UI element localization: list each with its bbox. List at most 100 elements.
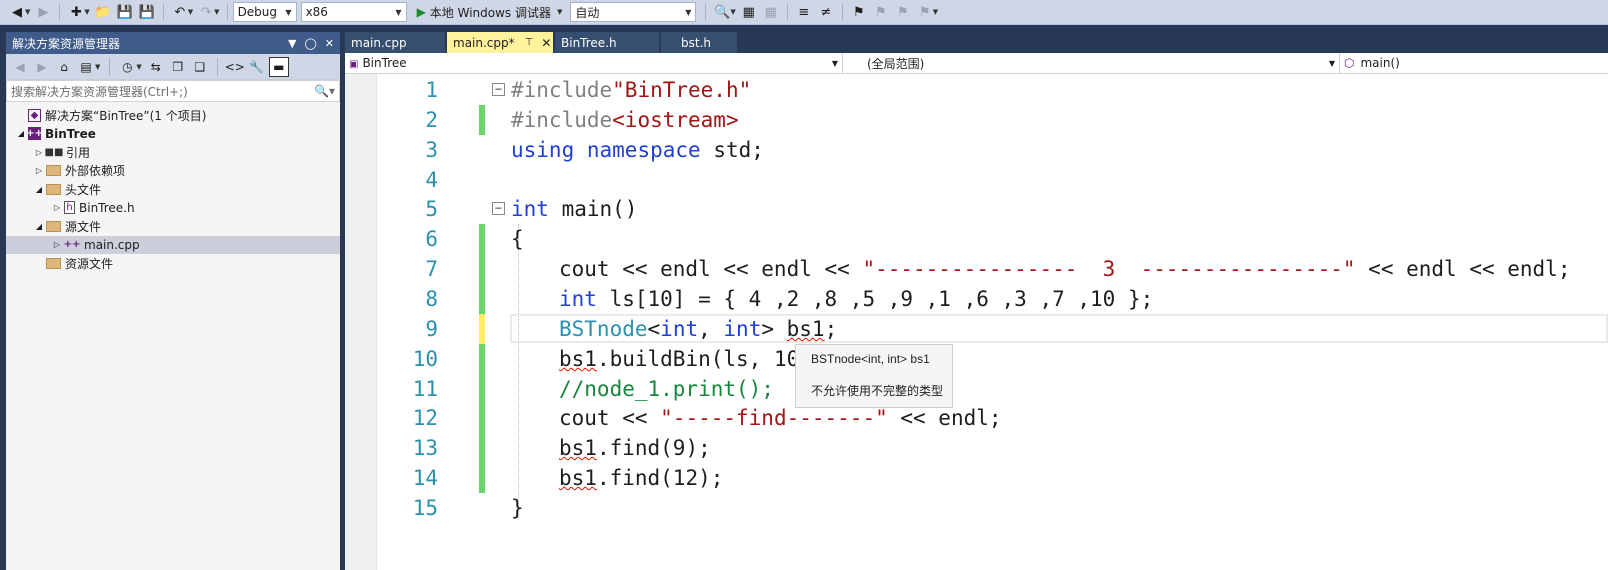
tree-item-solution[interactable]: ◆ 解决方案“BinTree”(1 个项目)	[6, 106, 340, 125]
window-menu-icon[interactable]: ▼	[288, 37, 296, 50]
forward-icon[interactable]: ▶	[32, 57, 52, 77]
properties-icon[interactable]: 🔧	[247, 57, 267, 77]
undo-icon[interactable]: ↶	[169, 2, 191, 22]
play-icon: ▶	[416, 5, 426, 19]
tree-item-source-files[interactable]: ◢ 源文件	[6, 217, 340, 236]
tab-bst-h[interactable]: bst.h	[661, 32, 737, 53]
close-icon[interactable]: ✕	[325, 37, 334, 50]
tab-main-cpp-modified[interactable]: main.cpp* ⊤ ✕	[447, 32, 553, 53]
tab-main-cpp[interactable]: main.cpp	[345, 32, 445, 53]
pending-changes-icon[interactable]: ◷	[117, 57, 137, 77]
expand-arrow-icon[interactable]: ▷	[50, 203, 64, 212]
collapse-region-icon[interactable]: −	[492, 83, 505, 96]
code-text: #include<iostream>	[511, 107, 739, 132]
line-number: 13	[412, 435, 438, 460]
tree-item-header-files[interactable]: ◢ 头文件	[6, 180, 340, 199]
code-line-10: 10 bs1.buildBin(ls, 10);	[345, 344, 1608, 374]
change-marker-saved	[479, 105, 485, 135]
solution-explorer-header: 解决方案资源管理器 ▼ ◯ ✕	[6, 32, 340, 54]
code-line-4: 4	[345, 165, 1608, 195]
tree-item-references[interactable]: ▷ ■■ 引用	[6, 143, 340, 162]
code-text: int ls[10] = { 4 ,2 ,8 ,5 ,9 ,1 ,6 ,3 ,7…	[559, 286, 1154, 311]
forward-icon[interactable]: ▶	[32, 2, 54, 22]
pin-tab-icon[interactable]: ⊤	[525, 37, 534, 48]
switch-views-icon[interactable]: ▤	[76, 57, 96, 77]
collapse-arrow-icon[interactable]: ◢	[32, 185, 46, 194]
next-bookmark-icon[interactable]: ⚑	[892, 2, 914, 22]
bookmark-icon[interactable]: ⚑	[848, 2, 870, 22]
search-icon[interactable]: 🔍▾	[314, 84, 335, 98]
sync-icon[interactable]: ⇆	[146, 57, 166, 77]
line-number: 6	[425, 226, 438, 251]
line-number: 2	[425, 107, 438, 132]
tree-item-project[interactable]: ◢ ++ BinTree	[6, 125, 340, 144]
view-code-icon[interactable]: <>	[225, 57, 245, 77]
save-icon[interactable]: 💾	[114, 2, 136, 22]
clear-bookmarks-icon[interactable]: ⚑	[914, 2, 936, 22]
show-all-files-icon[interactable]: ❏	[190, 57, 210, 77]
save-all-icon[interactable]: 💾	[136, 2, 158, 22]
tree-item-label: 资源文件	[65, 256, 114, 271]
new-project-icon[interactable]: ✚	[65, 2, 87, 22]
tree-item-label: 源文件	[65, 219, 102, 234]
chevron-down-icon: ▼	[1328, 58, 1335, 68]
preview-selected-icon[interactable]: ▬	[268, 56, 289, 77]
comment-lines-icon[interactable]: ≡	[793, 2, 815, 22]
line-number: 8	[425, 286, 438, 311]
document-tabs: main.cpp main.cpp* ⊤ ✕ BinTree.h bst.h	[345, 32, 1608, 53]
collapse-arrow-icon[interactable]: ◢	[32, 222, 46, 231]
tab-bintree-h[interactable]: BinTree.h	[555, 32, 659, 53]
search-placeholder: 搜索解决方案资源管理器(Ctrl+;)	[11, 84, 188, 99]
run-mode-select[interactable]: 自动 ▼	[570, 2, 697, 22]
start-debugger-label: 本地 Windows 调试器	[429, 5, 551, 20]
line-number: 3	[425, 137, 438, 162]
code-line-3: 3 using namespace std;	[345, 135, 1608, 165]
tree-item-bintree-h[interactable]: ▷ h BinTree.h	[6, 199, 340, 218]
tree-item-external-dependencies[interactable]: ▷ 外部依赖项	[6, 162, 340, 181]
tree-item-resource-files[interactable]: 资源文件	[6, 254, 340, 273]
expand-arrow-icon[interactable]: ▷	[32, 166, 46, 175]
code-text: cout << endl << endl << "---------------…	[559, 256, 1571, 281]
home-icon[interactable]: ⌂	[54, 57, 74, 77]
member-select[interactable]: ⬡ main()	[1340, 53, 1608, 73]
code-line-13: 13 bs1.find(9);	[345, 433, 1608, 463]
find-in-files-icon[interactable]: 🔍	[711, 2, 733, 22]
solution-config-icon[interactable]: ▦	[738, 2, 760, 22]
change-marker-saved	[479, 374, 485, 404]
solution-tree: ◆ 解决方案“BinTree”(1 个项目) ◢ ++ BinTree ▷ ■■…	[6, 102, 340, 273]
back-icon[interactable]: ◀	[6, 2, 28, 22]
redo-icon[interactable]: ↷	[195, 2, 217, 22]
solution-explorer-search-input[interactable]: 搜索解决方案资源管理器(Ctrl+;) 🔍▾	[6, 80, 340, 102]
line-number: 10	[412, 346, 438, 371]
start-debugger-button[interactable]: ▶ 本地 Windows 调试器 ▼	[411, 4, 571, 21]
configuration-select[interactable]: Debug ▼	[232, 2, 297, 22]
code-text: bs1.find(12);	[559, 465, 724, 490]
class-view-icon[interactable]: ▦	[760, 2, 782, 22]
open-folder-icon[interactable]: 📁	[92, 2, 114, 22]
collapse-all-icon[interactable]: ❐	[168, 57, 188, 77]
change-marker-saved	[479, 344, 485, 374]
global-scope-select[interactable]: (全局范围) ▼	[843, 53, 1340, 73]
change-marker-saved	[479, 403, 485, 433]
toolbar-separator	[162, 3, 164, 21]
folder-icon	[46, 183, 61, 195]
expand-arrow-icon[interactable]: ▷	[50, 240, 64, 249]
cpp-file-icon: ++	[63, 239, 81, 251]
platform-select[interactable]: x86 ▼	[300, 2, 407, 22]
prev-bookmark-icon[interactable]: ⚑	[870, 2, 892, 22]
collapse-region-icon[interactable]: −	[492, 202, 505, 215]
tree-item-label: 引用	[66, 145, 91, 160]
uncomment-lines-icon[interactable]: ≠	[815, 2, 837, 22]
code-line-1: 1 − #include"BinTree.h"	[345, 75, 1608, 105]
tree-item-main-cpp[interactable]: ▷ ++ main.cpp	[6, 235, 340, 254]
close-tab-icon[interactable]: ✕	[541, 36, 551, 50]
pin-icon[interactable]: ◯	[304, 37, 316, 50]
change-marker-saved	[479, 254, 485, 284]
project-scope-select[interactable]: ▣ BinTree ▼	[345, 53, 843, 73]
solution-explorer-toolbar: ◀ ▶ ⌂ ▤ ▼ ◷ ▼ ⇆ ❐ ❏ <> 🔧 ▬	[6, 54, 340, 80]
back-icon[interactable]: ◀	[10, 57, 30, 77]
chevron-down-icon: ▼	[831, 58, 838, 68]
chevron-down-icon: ▼	[395, 7, 402, 17]
code-editor[interactable]: 1 − #include"BinTree.h" 2 #include<iostr…	[345, 74, 1608, 570]
cpp-project-icon: ▣	[349, 59, 359, 70]
